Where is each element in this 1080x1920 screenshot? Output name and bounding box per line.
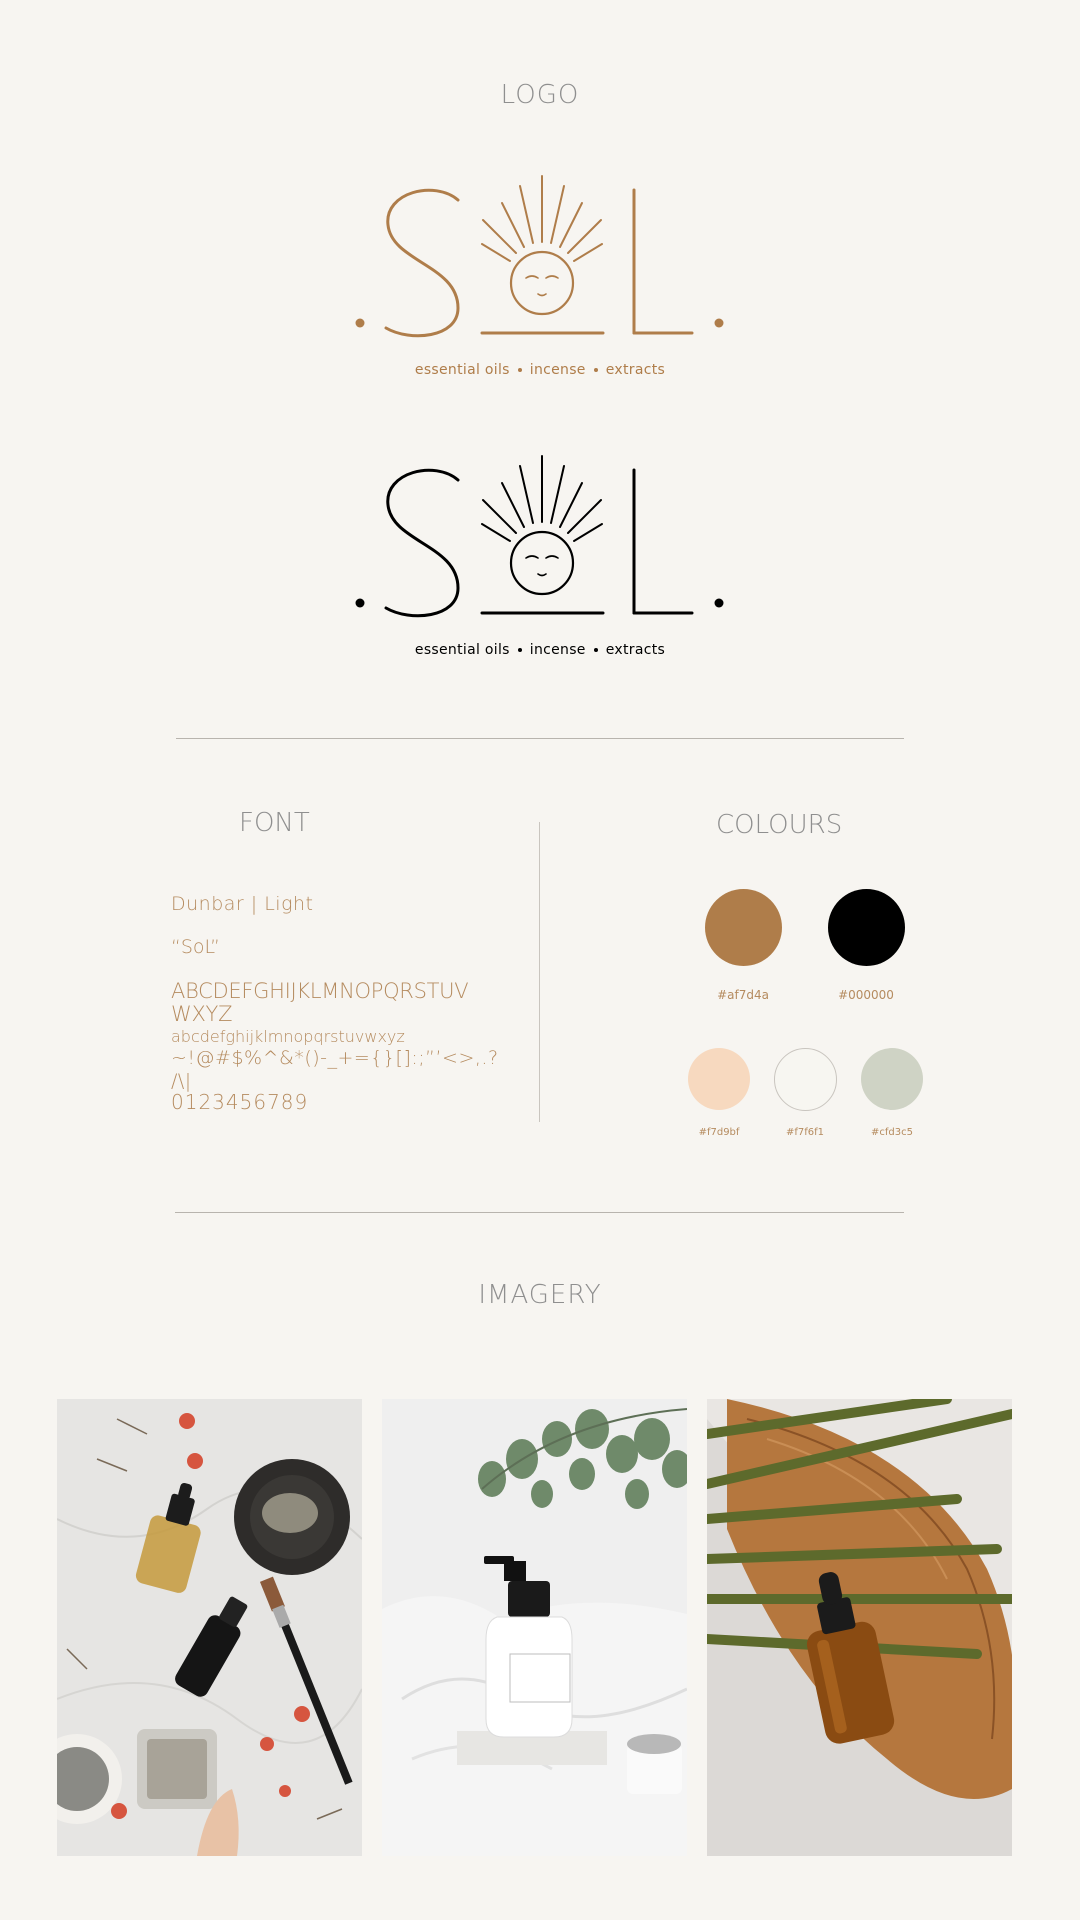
swatch-label-brown: #af7d4a xyxy=(717,988,769,1002)
amber-bottle-illustration xyxy=(707,1399,1012,1856)
swatch-label-sage: #cfd3c5 xyxy=(871,1127,913,1138)
tagline-dot xyxy=(593,367,598,372)
font-sample-quote: “SoL” xyxy=(171,936,220,958)
swatch-label-offwhite: #f7f6f1 xyxy=(785,1127,825,1138)
logo-section-title: LOGO xyxy=(500,80,580,110)
imagery-photo-1 xyxy=(57,1399,362,1856)
logo-black: essential oils incense extracts xyxy=(340,450,740,680)
sol-logo-mark xyxy=(355,175,724,338)
imagery-photo-3 xyxy=(707,1399,1012,1856)
sol-logo-mark-black xyxy=(355,455,724,618)
tagline-essential-oils: essential oils xyxy=(414,362,510,378)
tagline-extracts: extracts xyxy=(605,642,666,658)
font-symbols-sample: ~!@#$%^&*()-_+={}[]:;”’<>,.? /\| xyxy=(171,1047,499,1092)
column-divider xyxy=(539,822,540,1122)
imagery-photo-2 xyxy=(382,1399,687,1856)
tagline-dot xyxy=(517,647,522,652)
pump-bottle-illustration xyxy=(382,1399,687,1856)
tagline-dot xyxy=(517,367,522,372)
colours-section-title: COLOURS xyxy=(716,810,843,840)
font-lowercase-sample: abcdefghijklmnopqrstuvwxyz xyxy=(171,1027,405,1046)
divider-top xyxy=(176,738,904,739)
swatch-label-peach: #f7d9bf xyxy=(698,1127,740,1138)
tagline-essential-oils: essential oils xyxy=(414,642,510,658)
flatlay-illustration xyxy=(57,1399,362,1856)
swatch-peach xyxy=(688,1048,750,1110)
imagery-section-title: IMAGERY xyxy=(478,1280,602,1310)
font-uppercase-sample: ABCDEFGHIJKLMNOPQRSTUV WXYZ xyxy=(171,979,469,1026)
logo-tagline-black: essential oils incense extracts xyxy=(340,642,740,658)
swatch-primary-black xyxy=(828,889,905,966)
font-section-title: FONT xyxy=(239,808,310,838)
swatch-label-black: #000000 xyxy=(838,988,894,1002)
logo-brand-colour: essential oils incense extracts xyxy=(340,170,740,400)
swatch-offwhite xyxy=(774,1048,837,1111)
swatch-primary-brown xyxy=(705,889,782,966)
tagline-extracts: extracts xyxy=(605,362,666,378)
tagline-incense: incense xyxy=(529,642,586,658)
swatch-sage xyxy=(861,1048,923,1110)
font-numbers-sample: 0123456789 xyxy=(171,1090,309,1114)
tagline-incense: incense xyxy=(529,362,586,378)
font-name: Dunbar | Light xyxy=(171,893,314,915)
tagline-dot xyxy=(593,647,598,652)
logo-tagline: essential oils incense extracts xyxy=(340,362,740,378)
divider-bottom xyxy=(175,1212,904,1213)
